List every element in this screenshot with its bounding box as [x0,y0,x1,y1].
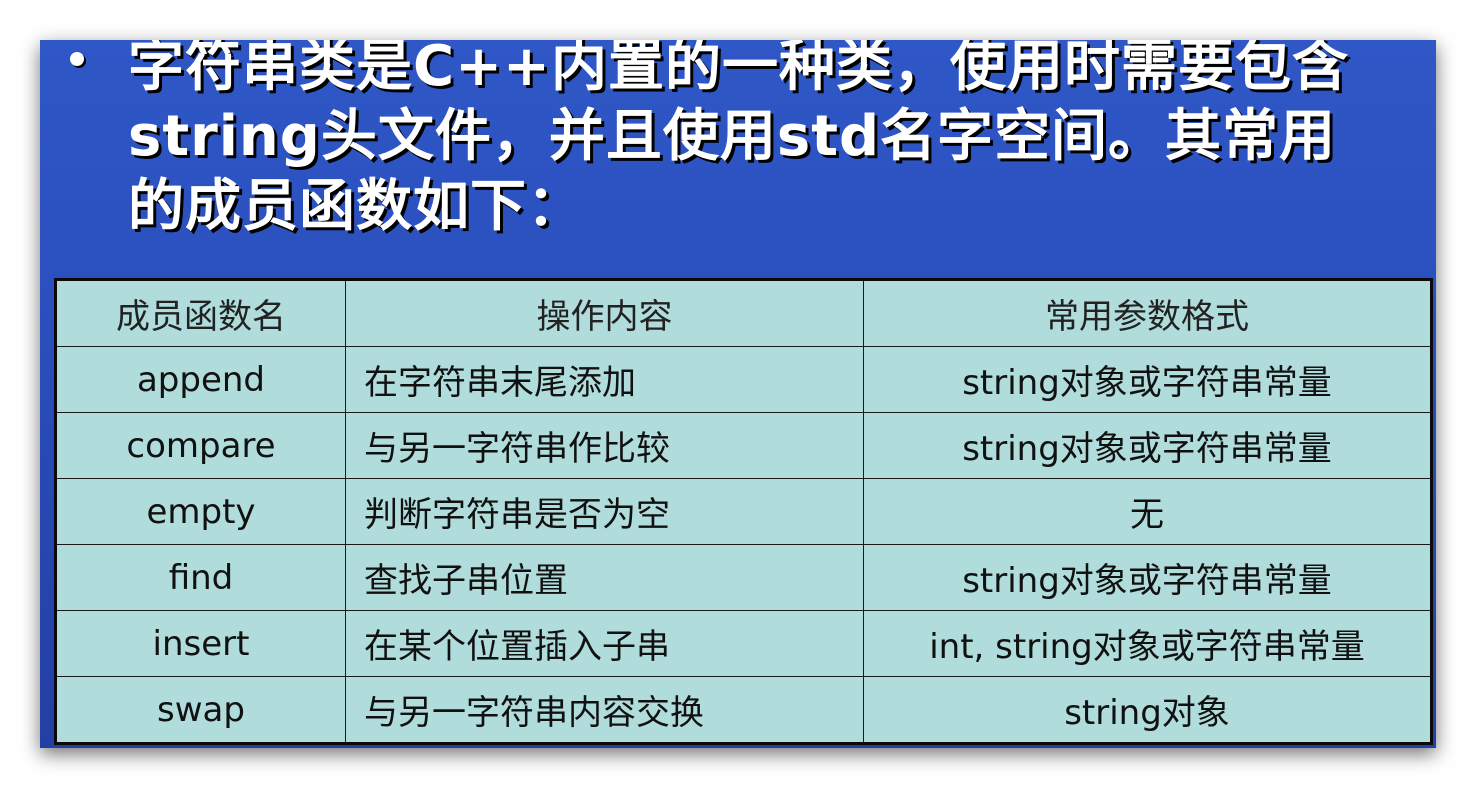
table-row: find 查找子串位置 string对象或字符串常量 [55,544,1432,611]
operation-cell: 查找子串位置 [345,544,864,611]
operation-cell: 在某个位置插入子串 [345,610,864,677]
function-name-cell: append [55,346,346,413]
parameter-format-cell: string对象或字符串常量 [863,346,1432,413]
table-row: append 在字符串末尾添加 string对象或字符串常量 [55,346,1432,413]
operation-cell: 与另一字符串作比较 [345,412,864,479]
function-name-cell: compare [55,412,346,479]
member-function-table: 成员函数名 操作内容 常用参数格式 append 在字符串末尾添加 string… [54,278,1433,745]
table-row: insert 在某个位置插入子串 int, string对象或字符串常量 [55,610,1432,677]
function-name-cell: swap [55,676,346,744]
function-name-cell: empty [55,478,346,545]
function-name-cell: insert [55,610,346,677]
parameter-format-cell: int, string对象或字符串常量 [863,610,1432,677]
header-function-name: 成员函数名 [55,279,346,347]
parameter-format-cell: string对象 [863,676,1432,744]
table-row: swap 与另一字符串内容交换 string对象 [55,676,1432,744]
table-row: compare 与另一字符串作比较 string对象或字符串常量 [55,412,1432,479]
slide: 字符串类是C++内置的一种类，使用时需要包含string头文件，并且使用std名… [40,40,1436,748]
header-operation: 操作内容 [345,279,864,347]
operation-cell: 与另一字符串内容交换 [345,676,864,744]
operation-cell: 在字符串末尾添加 [345,346,864,413]
table-row: empty 判断字符串是否为空 无 [55,478,1432,545]
member-function-table-container: 成员函数名 操作内容 常用参数格式 append 在字符串末尾添加 string… [54,278,1433,745]
bullet-icon [70,52,84,66]
bullet-text: 字符串类是C++内置的一种类，使用时需要包含string头文件，并且使用std名… [128,40,1349,239]
table-header-row: 成员函数名 操作内容 常用参数格式 [55,279,1432,347]
parameter-format-cell: string对象或字符串常量 [863,544,1432,611]
operation-cell: 判断字符串是否为空 [345,478,864,545]
parameter-format-cell: string对象或字符串常量 [863,412,1432,479]
parameter-format-cell: 无 [863,478,1432,545]
function-name-cell: find [55,544,346,611]
header-parameter-format: 常用参数格式 [863,279,1432,347]
